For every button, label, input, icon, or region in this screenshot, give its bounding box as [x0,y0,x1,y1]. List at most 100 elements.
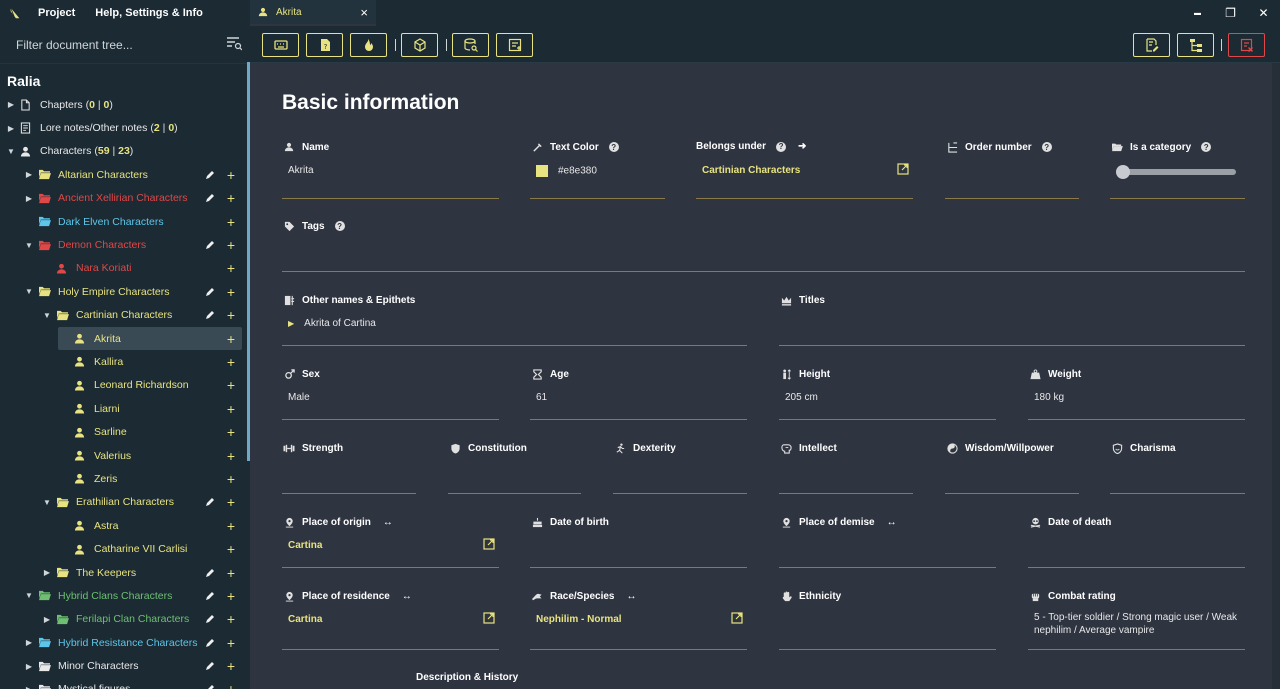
place-of-residence-value[interactable]: Cartina [288,614,322,625]
tree-item-demon-characters[interactable]: ▼ Demon Characters + [0,233,250,256]
add-child-icon[interactable]: + [226,472,236,486]
add-child-icon[interactable]: + [226,449,236,463]
help-icon[interactable]: ? [776,141,787,152]
filter-input[interactable]: Filter document tree... [0,26,250,64]
titles-field[interactable]: Titles [779,294,1245,346]
add-child-icon[interactable]: + [226,308,236,322]
help-document-button[interactable]: ? [306,33,343,57]
add-child-icon[interactable]: + [226,682,236,689]
date-of-birth-field[interactable]: Date of birth [530,516,747,568]
edit-pencil-icon[interactable] [205,661,215,671]
is-category-field[interactable]: Is a category? [1110,141,1245,199]
hot-tips-button[interactable] [350,33,387,57]
edit-document-button[interactable] [1133,33,1170,57]
help-icon[interactable]: ? [334,221,345,231]
edit-pencil-icon[interactable] [205,638,215,648]
add-child-icon[interactable]: + [226,332,236,346]
add-child-icon[interactable]: + [226,261,236,275]
expand-arrow-icon[interactable]: ▶ [288,319,294,328]
tree-item-mystical-figures[interactable]: ▶ Mystical figures + [0,678,250,689]
restore-icon[interactable]: ❐ [1214,6,1247,20]
edit-pencil-icon[interactable] [205,614,215,624]
delete-document-button[interactable] [1228,33,1265,57]
edit-pencil-icon[interactable] [205,310,215,320]
tree-item-cartinian-characters[interactable]: ▼ Cartinian Characters + [0,304,250,327]
expand-arrow-icon[interactable]: ▶ [24,685,34,689]
place-of-origin-value[interactable]: Cartina [288,540,322,551]
belongs-under-value[interactable]: Cartinian Characters [702,165,800,176]
name-field[interactable]: Name Akrita [282,141,499,199]
other-names-field[interactable]: Other names & Epithets ▶ Akrita of Cartin… [282,294,747,346]
tab-close-icon[interactable]: × [360,5,368,20]
add-child-icon[interactable]: + [226,612,236,626]
open-link-icon[interactable] [731,612,743,624]
add-child-icon[interactable]: + [226,402,236,416]
tree-item-ferilapi-clan-characters[interactable]: ▶ Ferilapi Clan Characters + [0,608,250,631]
race-value[interactable]: Nephilim - Normal [536,614,622,625]
tree-item-nara-koriati[interactable]: Nara Koriati + [0,257,250,280]
add-child-icon[interactable]: + [226,636,236,650]
tree-item-characters[interactable]: ▼ Characters (59 | 23) [0,140,250,163]
tree-item-erathilian-characters[interactable]: ▼ Erathilian Characters + [0,491,250,514]
collapse-arrow-icon[interactable]: ▼ [24,241,34,250]
order-number-field[interactable]: Order number? [945,141,1079,199]
collapse-arrow-icon[interactable]: ▼ [24,287,34,296]
add-child-icon[interactable]: + [226,355,236,369]
add-child-icon[interactable]: + [226,519,236,533]
tree-item-sarline[interactable]: Sarline + [0,420,250,443]
sex-field[interactable]: Sex Male [282,368,499,420]
keyboard-shortcuts-button[interactable] [262,33,299,57]
menu-project[interactable]: Project [38,7,75,19]
add-child-icon[interactable]: + [226,495,236,509]
tree-item-valerius[interactable]: Valerius + [0,444,250,467]
add-child-icon[interactable]: + [226,168,236,182]
tree-item-minor-characters[interactable]: ▶ Minor Characters + [0,654,250,677]
edit-pencil-icon[interactable] [205,170,215,180]
intellect-field[interactable]: Intellect [779,442,913,494]
open-link-icon[interactable] [897,163,909,175]
tree-item-liarni[interactable]: Liarni + [0,397,250,420]
place-of-demise-field[interactable]: Place of demise ↔ [779,516,996,568]
tab-akrita[interactable]: Akrita × [250,0,376,26]
collapse-arrow-icon[interactable]: ▼ [6,147,16,156]
add-child-icon[interactable]: + [226,566,236,580]
help-icon[interactable]: ? [608,142,619,152]
tree-item-altarian-characters[interactable]: ▶ Altarian Characters + [0,163,250,186]
collapse-arrow-icon[interactable]: ▼ [24,591,34,600]
open-link-icon[interactable] [483,612,495,624]
tree-item-lore-notes-other-notes[interactable]: ▶ Lore notes/Other notes (2 | 0) [0,116,250,139]
main-scrollbar[interactable] [1272,63,1280,689]
help-icon[interactable]: ? [1041,142,1052,152]
collapse-arrow-icon[interactable]: ▼ [42,311,52,320]
search-database-button[interactable] [452,33,489,57]
minimize-icon[interactable]: ▬ [1181,10,1214,17]
tree-item-leonard-richardson[interactable]: Leonard Richardson + [0,374,250,397]
combat-rating-field[interactable]: Combat rating 5 - Top-tier soldier / Str… [1028,590,1245,650]
edit-pencil-icon[interactable] [205,497,215,507]
edit-pencil-icon[interactable] [205,240,215,250]
edit-pencil-icon[interactable] [205,591,215,601]
text-color-field[interactable]: Text Color? #e8e380 [530,141,665,199]
cube-button[interactable] [401,33,438,57]
add-child-icon[interactable]: + [226,378,236,392]
tree-item-chapters[interactable]: ▶ Chapters (0 | 0) [0,93,250,116]
is-category-toggle[interactable] [1116,165,1236,179]
charisma-field[interactable]: Charisma [1110,442,1245,494]
open-link-icon[interactable] [483,538,495,550]
expand-arrow-icon[interactable]: ▶ [42,568,52,577]
other-names-item[interactable]: ▶ Akrita of Cartina [288,318,376,329]
age-field[interactable]: Age 61 [530,368,747,420]
edit-pencil-icon[interactable] [205,684,215,689]
height-field[interactable]: Height 205 cm [779,368,996,420]
add-child-icon[interactable]: + [226,425,236,439]
expand-arrow-icon[interactable]: ▶ [24,638,34,647]
add-child-icon[interactable]: + [226,215,236,229]
add-child-icon[interactable]: + [226,542,236,556]
color-swatch[interactable] [536,165,548,177]
tree-item-kallira[interactable]: Kallira + [0,350,250,373]
tree-item-the-keepers[interactable]: ▶ The Keepers + [0,561,250,584]
menu-help-settings[interactable]: Help, Settings & Info [95,7,203,19]
dexterity-field[interactable]: Dexterity [613,442,747,494]
expand-arrow-icon[interactable]: ▶ [42,615,52,624]
place-of-origin-field[interactable]: Place of origin ↔ Cartina [282,516,499,568]
